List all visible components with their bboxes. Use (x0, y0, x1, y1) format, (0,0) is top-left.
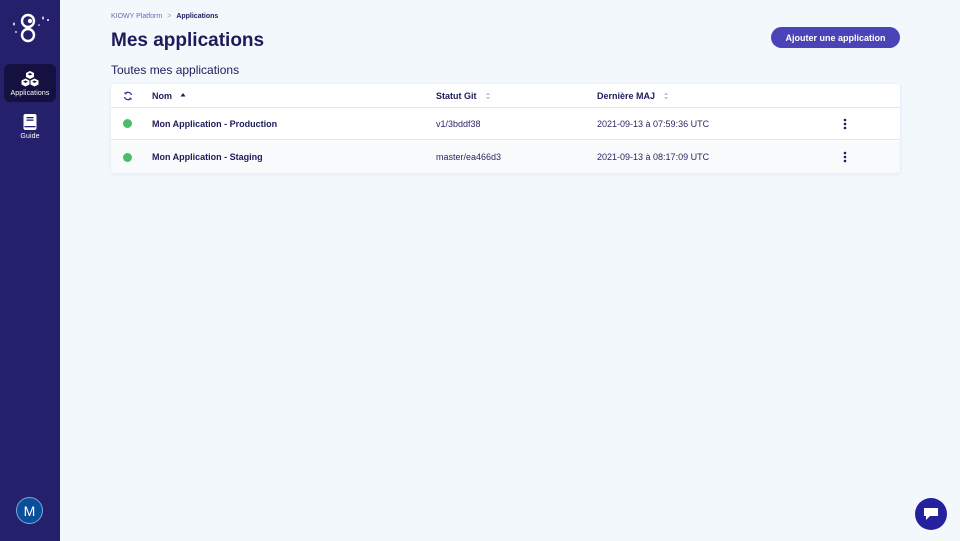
column-header-date-label: Dernière MAJ (597, 90, 656, 101)
last-update: 2021-09-13 à 08:17:09 UTC (597, 152, 710, 162)
sidebar: Applications Guide M (0, 0, 60, 541)
row-menu-button[interactable] (840, 108, 850, 139)
sort-icon (485, 92, 490, 99)
last-update: 2021-09-13 à 07:59:36 UTC (597, 118, 710, 129)
applications-table: Nom Statut Git Dernière MAJ Mon Applicat… (111, 84, 900, 173)
add-application-button[interactable]: Ajouter une application (771, 27, 900, 48)
breadcrumb-current: Applications (176, 13, 219, 20)
git-status: master/ea466d3 (436, 152, 502, 162)
application-name[interactable]: Mon Application - Production (152, 108, 277, 139)
sidebar-item-label: Applications (10, 90, 50, 97)
git-status: v1/3bddf38 (436, 118, 481, 129)
column-header-name[interactable]: Nom (152, 84, 186, 107)
sort-asc-icon (180, 92, 186, 96)
cubes-icon (21, 71, 39, 87)
breadcrumb-separator: > (167, 13, 172, 20)
chat-button[interactable] (915, 498, 947, 530)
section-title: Toutes mes applications (111, 63, 240, 77)
chat-bubble-icon (924, 508, 938, 520)
application-name[interactable]: Mon Application - Staging (152, 141, 263, 173)
status-online-indicator (123, 152, 132, 162)
column-header-date[interactable]: Dernière MAJ (597, 84, 669, 107)
row-menu-button[interactable] (840, 141, 850, 173)
refresh-icon (123, 91, 133, 100)
status-online-indicator (123, 119, 132, 128)
avatar[interactable]: M (16, 497, 43, 524)
status-cell (123, 108, 143, 139)
table-header: Nom Statut Git Dernière MAJ (111, 84, 900, 108)
column-header-git-label: Statut Git (436, 90, 477, 101)
breadcrumb: KIOWY Platform > Applications (111, 13, 218, 20)
logo-icon[interactable] (8, 10, 52, 46)
sidebar-item-label: Guide (20, 133, 40, 140)
page-title: Mes applications (111, 30, 265, 51)
breadcrumb-root[interactable]: KIOWY Platform (111, 13, 162, 20)
sort-icon (664, 92, 669, 99)
kebab-menu-icon (843, 151, 847, 163)
refresh-button[interactable] (123, 84, 143, 107)
book-icon (23, 114, 37, 130)
column-header-git[interactable]: Statut Git (436, 84, 491, 107)
kebab-menu-icon (843, 118, 847, 129)
table-row[interactable]: Mon Application - Production v1/3bddf38 … (111, 108, 900, 140)
column-header-name-label: Nom (152, 90, 172, 101)
sidebar-item-applications[interactable]: Applications (4, 64, 56, 102)
sidebar-item-guide[interactable]: Guide (4, 107, 56, 145)
table-row[interactable]: Mon Application - Staging master/ea466d3… (111, 141, 900, 173)
status-cell (123, 141, 143, 173)
